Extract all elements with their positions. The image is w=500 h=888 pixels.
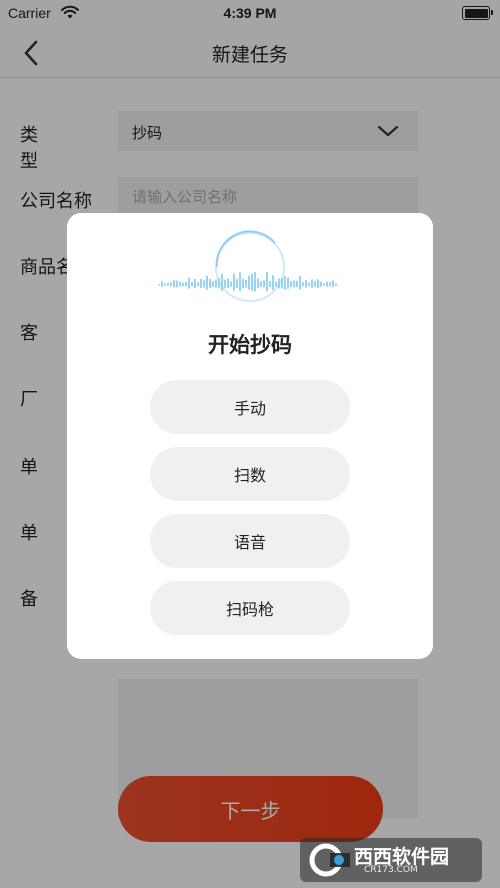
option-manual-button[interactable]: 手动 bbox=[150, 380, 350, 434]
watermark-sub: CR173.COM bbox=[364, 865, 418, 875]
scan-mode-dialog: 开始抄码 手动 扫数 语音 扫码枪 bbox=[67, 213, 433, 659]
dialog-title: 开始抄码 bbox=[208, 333, 292, 357]
option-voice-button[interactable]: 语音 bbox=[150, 514, 350, 568]
waveform-icon bbox=[158, 230, 337, 302]
watermark-logo bbox=[309, 843, 350, 877]
option-scan-count-button[interactable]: 扫数 bbox=[150, 447, 350, 501]
watermark: 西西软件园 CR173.COM bbox=[300, 838, 482, 882]
option-scanner-gun-button[interactable]: 扫码枪 bbox=[150, 581, 350, 635]
